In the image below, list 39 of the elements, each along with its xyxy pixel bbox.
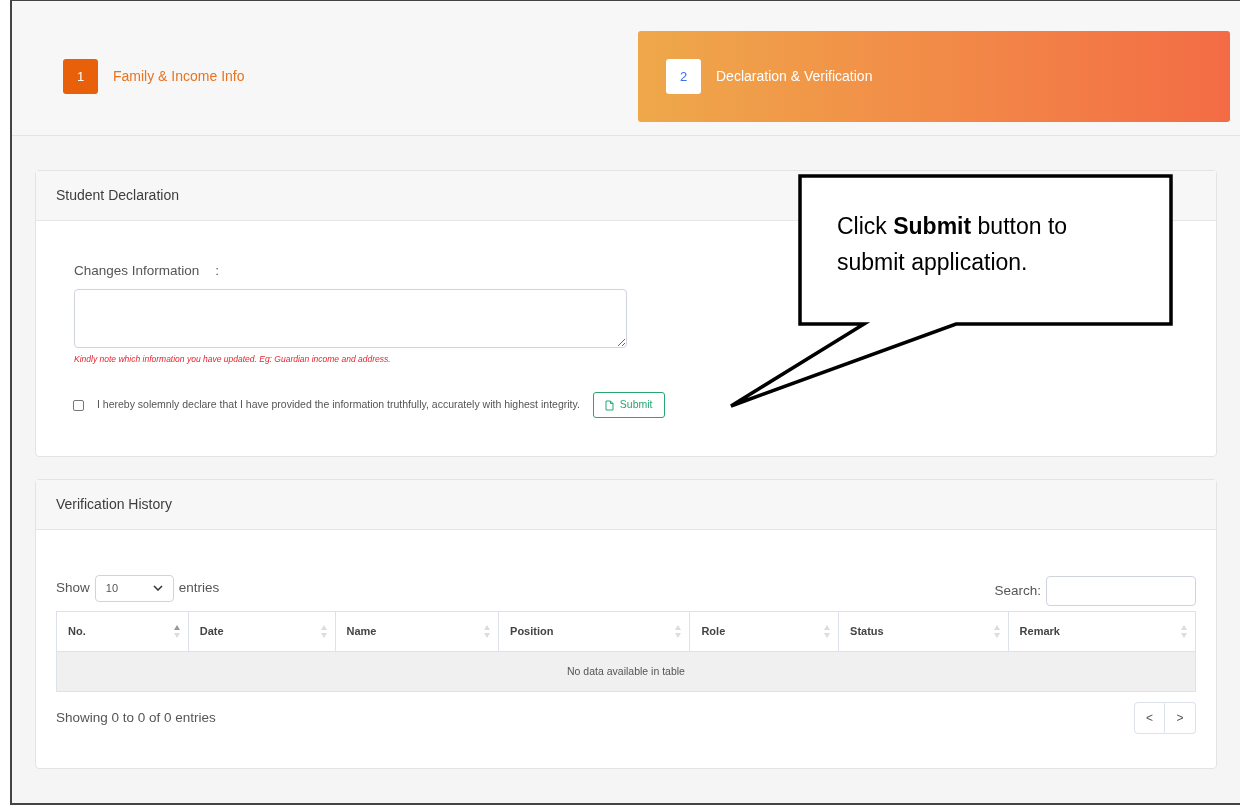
table-info: Showing 0 to 0 of 0 entries [56, 708, 216, 727]
search-field[interactable] [1046, 576, 1196, 606]
declaration-text: I hereby solemnly declare that I have provided the information truthfully, accurately with highest integrity. [97, 397, 580, 413]
card-title: Student Declaration [56, 186, 179, 205]
column-header[interactable]: Status [838, 611, 1009, 652]
previous-page-button[interactable]: < [1134, 702, 1165, 734]
next-page-button[interactable]: > [1165, 702, 1196, 734]
declaration-checkbox[interactable] [73, 399, 84, 411]
field-label: Changes Information [74, 262, 200, 280]
column-header[interactable]: Position [498, 611, 690, 652]
empty-table-message: No data available in table [56, 651, 1196, 692]
chevron-down-icon [152, 585, 163, 591]
sort-icon [484, 625, 491, 638]
step-label: Family & Income Info [113, 67, 245, 86]
sort-icon [320, 625, 327, 638]
callout-text: Click Submit button to submit application. [837, 212, 1069, 277]
step-number: 1 [63, 59, 98, 94]
show-label: Show [56, 578, 90, 597]
column-header[interactable]: Remark [1008, 611, 1196, 652]
column-header[interactable]: Date [188, 611, 335, 652]
sort-icon [173, 625, 180, 638]
column-header[interactable]: Name [335, 611, 499, 652]
sort-icon [824, 625, 831, 638]
document-icon [604, 399, 614, 411]
search-label: Search: [994, 581, 1041, 600]
sort-icon [993, 625, 1000, 638]
step-tab[interactable]: 2 Declaration & Verification [638, 31, 1230, 122]
column-header[interactable]: No. [56, 611, 189, 652]
step-number: 2 [666, 59, 701, 94]
card-title: Verification History [56, 495, 172, 514]
label-colon: : [215, 262, 220, 280]
column-header[interactable]: Role [689, 611, 839, 652]
hint-text: Kindly note which information you have updated. Eg: Guardian income and address. [74, 353, 392, 366]
sort-icon [1181, 625, 1187, 638]
entries-label: entries [178, 578, 220, 597]
sort-icon [675, 625, 682, 638]
changes-text-area[interactable] [74, 289, 627, 349]
page-size-select[interactable]: 10 [94, 574, 174, 602]
step-label: Declaration & Verification [716, 67, 873, 86]
